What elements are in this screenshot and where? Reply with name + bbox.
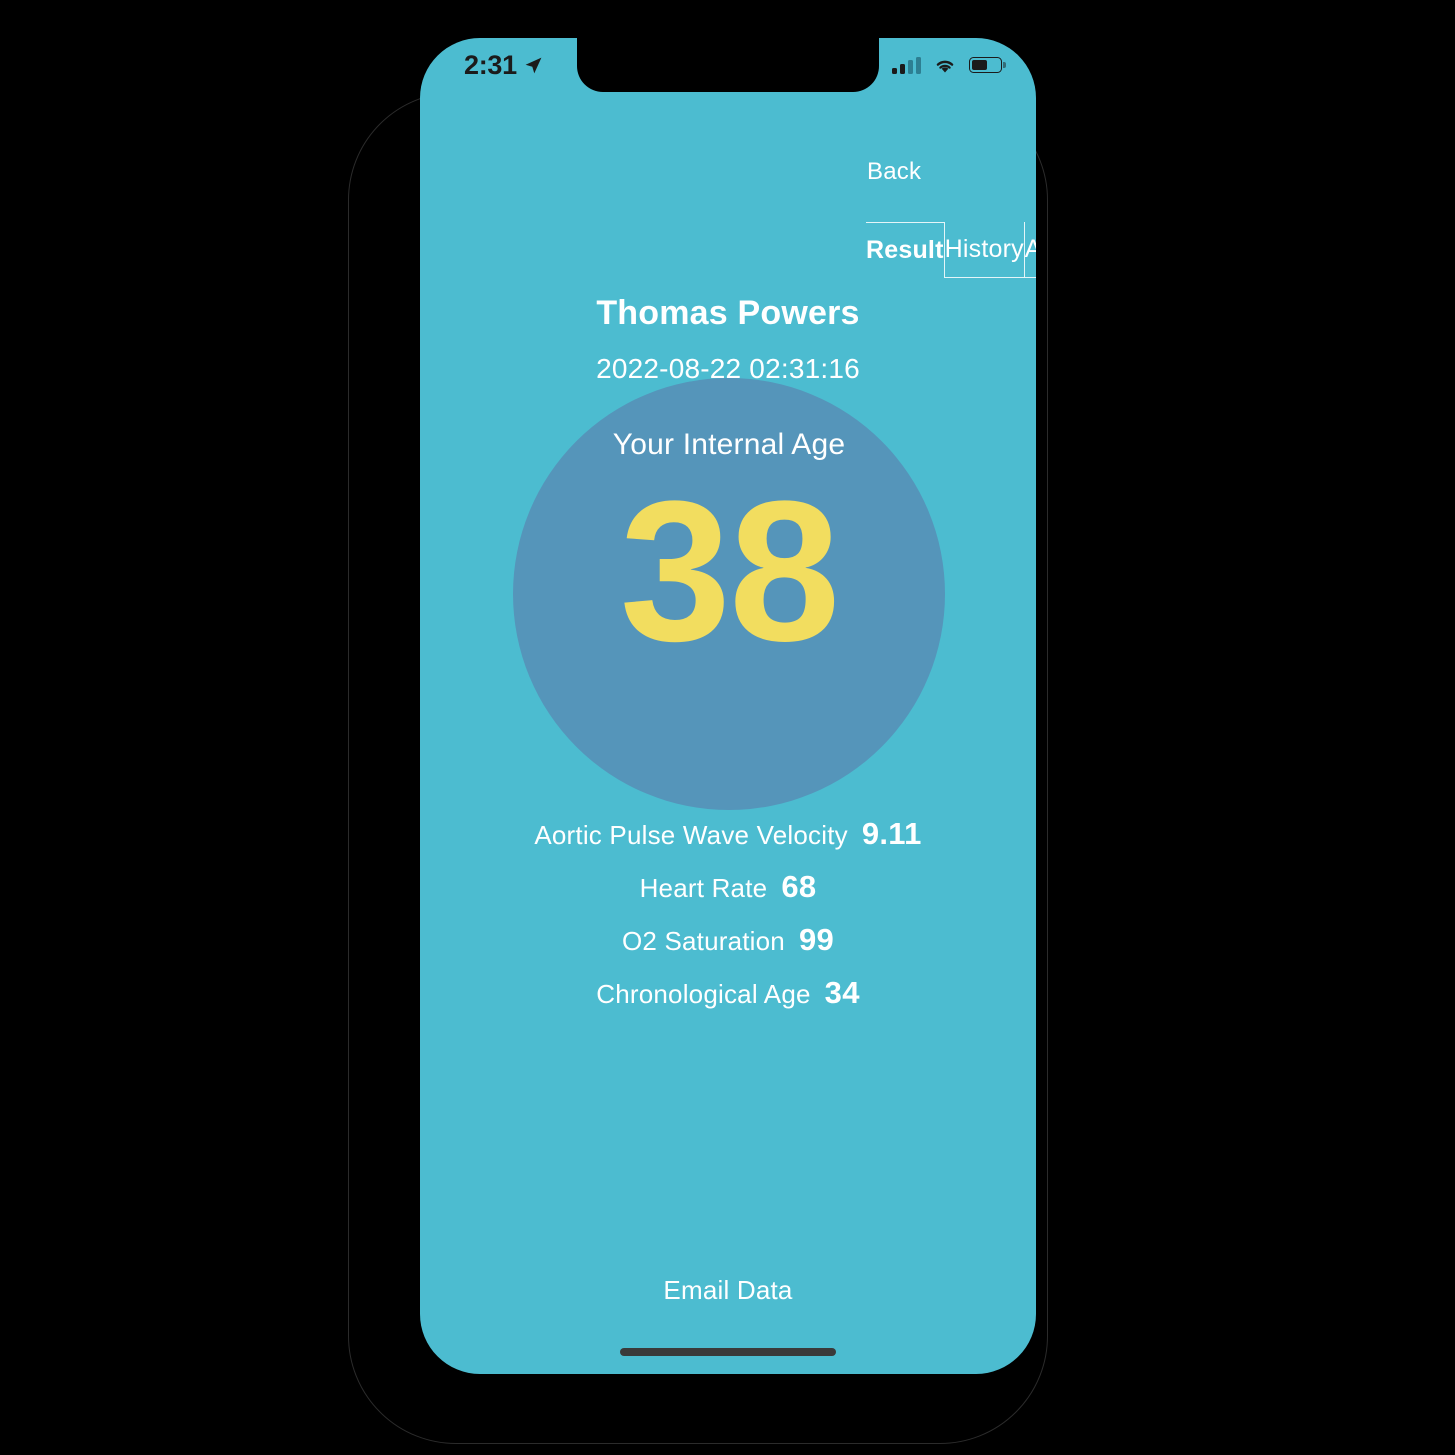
internal-age-label: Your Internal Age: [612, 428, 846, 461]
metric-label: Chronological Age: [596, 979, 811, 1009]
metric-row: Chronological Age 34: [420, 975, 1036, 1011]
device-screen: 2:31 Back Result History A Thomas Powers…: [420, 38, 1036, 1374]
location-arrow-icon: [525, 57, 542, 73]
metric-value: 34: [824, 975, 860, 1010]
tab-bar: Result History Analysis: [866, 222, 1036, 278]
metric-value: 99: [798, 922, 835, 957]
notch: [577, 38, 879, 92]
screenshot-stage: 2:31 Back Result History A Thomas Powers…: [0, 0, 1455, 1455]
metric-label: O2 Saturation: [621, 926, 785, 956]
wifi-icon: [936, 60, 954, 73]
status-bar-right: [892, 56, 1002, 74]
metric-value: 68: [781, 869, 817, 904]
tab-analysis[interactable]: Analysis: [1023, 222, 1036, 278]
cellular-signal-icon: [892, 56, 921, 74]
patient-name: Thomas Powers: [596, 294, 860, 332]
back-button[interactable]: Back: [867, 158, 921, 186]
battery-icon: [969, 57, 1002, 73]
metric-row: Aortic Pulse Wave Velocity 9.11: [420, 816, 1036, 852]
metric-label: Heart Rate: [639, 873, 768, 903]
status-time: 2:31: [464, 49, 517, 80]
internal-age-value: 38: [619, 460, 840, 683]
metric-value: 9.11: [861, 816, 922, 851]
internal-age-circle: Your Internal Age 38: [513, 378, 945, 810]
status-bar-left: 2:31: [464, 49, 543, 80]
tab-result[interactable]: Result: [866, 222, 945, 278]
tab-history[interactable]: History: [944, 222, 1024, 278]
metrics-list: Aortic Pulse Wave Velocity 9.11 Heart Ra…: [420, 816, 1036, 1028]
metric-row: Heart Rate 68: [420, 869, 1036, 905]
metric-label: Aortic Pulse Wave Velocity: [534, 820, 848, 850]
home-indicator[interactable]: [620, 1348, 836, 1356]
metric-row: O2 Saturation 99: [420, 922, 1036, 958]
email-data-button[interactable]: Email Data: [420, 1275, 1036, 1306]
